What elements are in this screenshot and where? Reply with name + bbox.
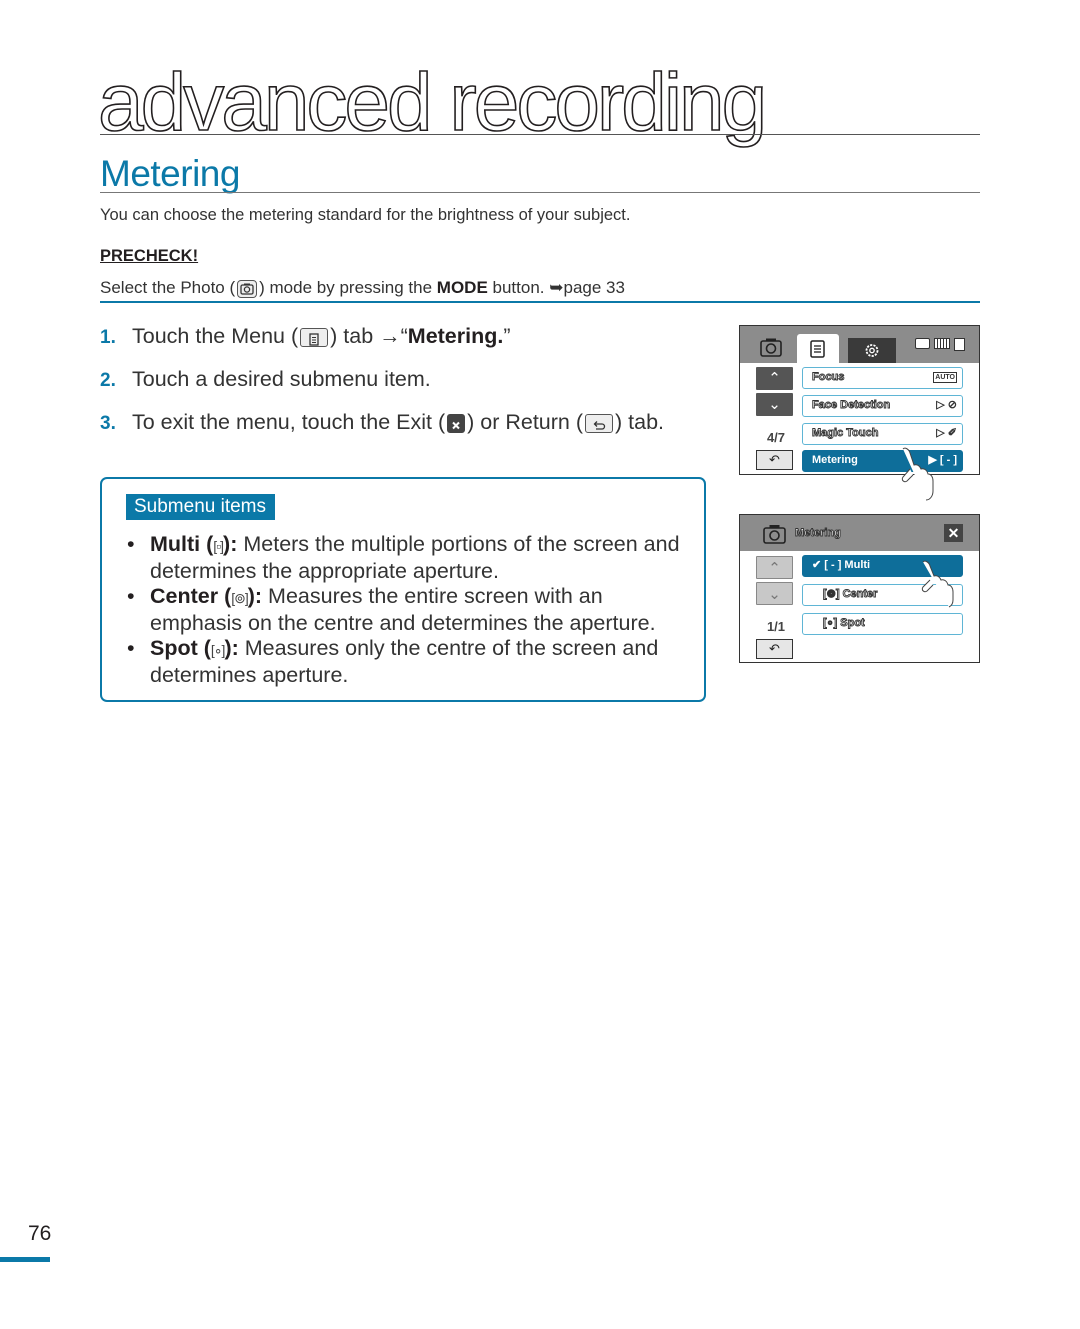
camera-icon [763, 525, 786, 544]
step-text: ) tab →“ [330, 324, 408, 348]
step-number: 2. [100, 370, 116, 391]
steps-list: 1. Touch the Menu ( ) tab →“Metering.” 2. T… [100, 324, 664, 453]
chapter-title: advanced recording [97, 57, 768, 148]
step-text: ” [503, 324, 511, 348]
photo-resolution-icon [954, 338, 965, 351]
section-divider [100, 192, 980, 193]
gear-icon [865, 344, 879, 357]
page-number: 76 [28, 1222, 52, 1245]
item-name: Spot ( [150, 636, 211, 660]
scroll-down-button[interactable]: ⌄ [756, 393, 793, 416]
step-number: 3. [100, 413, 116, 434]
scroll-down-button[interactable]: ⌄ [756, 582, 793, 605]
multi-metering-icon: ▶ [ - ] [928, 454, 957, 466]
face-detection-off-icon: ▷ ⊘ [936, 399, 957, 411]
submenu-option-center[interactable]: [⊚] Center [802, 584, 963, 606]
submenu-option-spot[interactable]: [∘] Spot [802, 613, 963, 635]
return-button[interactable]: ↶ [756, 639, 793, 659]
battery-icon [934, 338, 950, 349]
page-number-bar [0, 1257, 50, 1262]
item-name-close: ): [223, 532, 238, 556]
bullet-icon: • [127, 532, 135, 556]
submenu-item-spot: • Spot ([∘]): Measures only the centre of… [124, 636, 694, 688]
photo-mode-icon [237, 279, 258, 298]
precheck-divider [100, 301, 980, 303]
menu-item-magic-touch[interactable]: Magic Touch ▷ ✐ [802, 423, 963, 445]
item-name: Center ( [150, 584, 232, 608]
page-reference-link[interactable]: page 33 [563, 278, 624, 297]
status-icons [915, 338, 965, 351]
step-text: ) tab. [615, 410, 664, 434]
menu-item-label: Focus [812, 371, 845, 384]
precheck-text-part: Select the Photo ( [100, 278, 236, 297]
page-ref-arrow-icon: ➥ [549, 278, 564, 297]
precheck-text-part: button. [487, 278, 550, 297]
section-title: Metering [100, 153, 240, 194]
step-text: Touch a desired submenu item. [132, 367, 431, 391]
submenu-tag: Submenu items [126, 494, 276, 520]
menu-item-face-detection[interactable]: Face Detection ▷ ⊘ [802, 395, 963, 417]
close-button[interactable]: ✕ [944, 524, 963, 542]
screen-tab-bar [740, 326, 979, 363]
step-text: ) or Return ( [467, 410, 583, 434]
menu-item-label: Face Detection [812, 399, 891, 412]
page-counter: 4/7 [766, 430, 786, 445]
step-text: To exit the menu, touch the Exit ( [132, 410, 446, 434]
metering-submenu-screen: Metering ✕ ⌃ ⌄ 1/1 ↶ ✔ [ - ] Multi [⊚] C… [739, 514, 980, 663]
submenu-option-multi[interactable]: ✔ [ - ] Multi [802, 555, 963, 577]
submenu-list: • Multi ([▫]): Meters the multiple portio… [124, 532, 694, 688]
submenu-item-multi: • Multi ([▫]): Meters the multiple portio… [124, 532, 694, 584]
submenu-items-box: Submenu items • Multi ([▫]): Meters the m… [100, 477, 706, 702]
item-name: Multi ( [150, 532, 214, 556]
step-1: 1. Touch the Menu ( ) tab →“Metering.” [100, 324, 664, 367]
mode-button-name: MODE [436, 278, 488, 297]
multi-metering-icon: [▫] [213, 538, 224, 554]
bullet-icon: • [127, 636, 135, 660]
screen-title-bar: Metering ✕ [740, 515, 979, 551]
camera-menu-screen: ⌃ ⌄ 4/7 ↶ Focus AUTO Face Detection ▷ ⊘ Ma… [739, 325, 980, 475]
step-menu-name: Metering. [407, 324, 504, 348]
spot-metering-icon: [∘] [210, 642, 226, 658]
menu-item-metering[interactable]: Metering ▶ [ - ] [802, 450, 963, 472]
return-icon [585, 413, 613, 433]
submenu-item-center: • Center ([⊚]): Measures the entire scree… [124, 584, 694, 636]
menu-tab[interactable] [797, 334, 839, 363]
page-counter: 1/1 [766, 619, 786, 634]
settings-tab[interactable] [848, 338, 896, 363]
magic-touch-off-icon: ▷ ✐ [936, 427, 957, 439]
exit-icon [447, 413, 466, 433]
return-button[interactable]: ↶ [756, 450, 793, 470]
step-text: Touch the Menu ( [132, 324, 299, 348]
intro-text: You can choose the metering standard for… [100, 206, 631, 224]
step-2: 2. Touch a desired submenu item. [100, 367, 664, 410]
precheck-label: PRECHECK! [100, 247, 199, 265]
chapter-divider [100, 134, 980, 135]
scroll-up-button[interactable]: ⌃ [756, 367, 793, 390]
memory-card-icon [915, 338, 930, 349]
item-name-close: ): [224, 636, 239, 660]
screen-title: Metering [795, 527, 842, 540]
step-3: 3. To exit the menu, touch the Exit ( ) or… [100, 410, 664, 453]
item-name-close: ): [247, 584, 263, 608]
precheck-text-part: ) mode by pressing the [259, 278, 437, 297]
focus-value: AUTO [933, 368, 957, 387]
auto-icon: AUTO [933, 371, 957, 383]
camera-icon [760, 338, 782, 357]
scroll-up-button[interactable]: ⌃ [756, 556, 793, 579]
menu-list-icon [810, 340, 825, 358]
precheck-text: Select the Photo ( ) mode by pressing the… [100, 278, 625, 298]
center-metering-icon: [⊚] [231, 590, 248, 606]
menu-tab-icon [300, 327, 329, 347]
menu-item-focus[interactable]: Focus AUTO [802, 367, 963, 389]
step-number: 1. [100, 327, 116, 348]
bullet-icon: • [127, 584, 135, 608]
menu-item-label: Metering [812, 454, 858, 466]
menu-item-label: Magic Touch [812, 427, 879, 440]
